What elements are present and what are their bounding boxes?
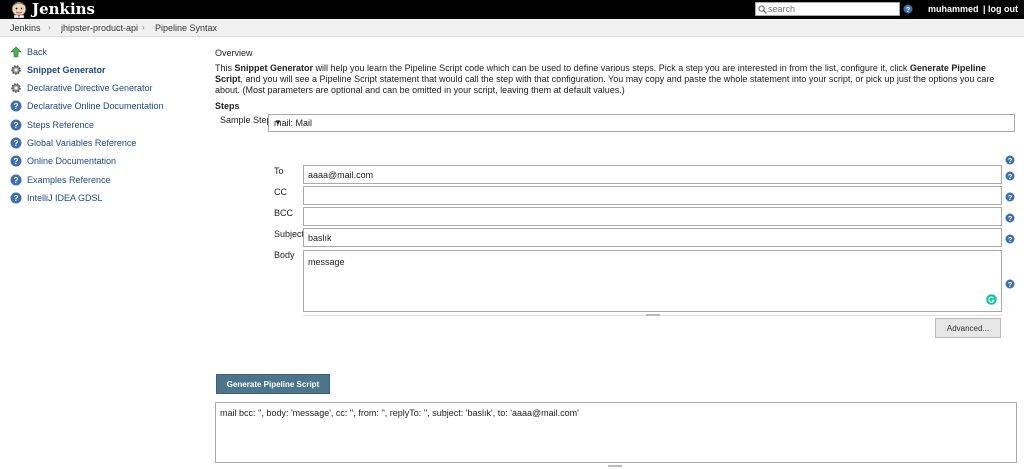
- svg-text:?: ?: [13, 193, 18, 203]
- breadcrumb: Jenkins › jhipster-product-api › Pipelin…: [0, 19, 1024, 37]
- help-icon[interactable]: ?: [1005, 234, 1015, 244]
- cc-field[interactable]: [303, 186, 1002, 205]
- svg-text:?: ?: [13, 138, 18, 148]
- help-icon[interactable]: ?: [1005, 155, 1015, 165]
- svg-text:?: ?: [13, 101, 18, 111]
- sidebar-item-label: Online Documentation: [27, 156, 117, 166]
- body-label: Body: [274, 250, 295, 260]
- sidebar-item-label: Declarative Directive Generator: [27, 83, 153, 93]
- cc-label: CC: [274, 187, 287, 197]
- svg-text:?: ?: [13, 175, 18, 185]
- svg-text:?: ?: [1008, 235, 1013, 244]
- steps-heading: Steps: [215, 101, 240, 111]
- brand-name[interactable]: Jenkins: [32, 0, 95, 18]
- user-link[interactable]: muhammed: [928, 0, 979, 19]
- breadcrumb-separator: ›: [142, 23, 145, 32]
- sidebar-item-label: Back: [27, 47, 48, 57]
- svg-text:?: ?: [1008, 280, 1013, 289]
- svg-text:?: ?: [1008, 172, 1013, 181]
- help-icon[interactable]: ?: [903, 4, 913, 14]
- dropdown-arrow-icon: ▼: [274, 118, 282, 127]
- body-textarea[interactable]: message: [303, 250, 1002, 312]
- sidebar-item-label: Global Variables Reference: [27, 138, 137, 148]
- subject-label: Subject: [274, 229, 305, 239]
- svg-text:?: ?: [906, 5, 911, 14]
- pipeline-script-output[interactable]: mail bcc: '', body: 'message', cc: '', f…: [215, 402, 1017, 463]
- help-icon[interactable]: ?: [1005, 192, 1015, 202]
- bcc-label: BCC: [274, 208, 294, 218]
- help-icon[interactable]: ?: [1005, 171, 1015, 181]
- sidebar-item-label: Snippet Generator: [27, 65, 106, 75]
- breadcrumb-item-project[interactable]: jhipster-product-api: [61, 19, 138, 37]
- bcc-field[interactable]: [303, 207, 1002, 226]
- grammarly-icon[interactable]: [986, 294, 997, 305]
- svg-text:?: ?: [13, 120, 18, 130]
- sidebar-item-label: Examples Reference: [27, 175, 111, 185]
- to-field[interactable]: [303, 165, 1002, 184]
- svg-text:?: ?: [1008, 156, 1013, 165]
- intro-text-part: will help you learn the Pipeline Script …: [313, 63, 910, 73]
- intro-text: This Snippet Generator will help you lea…: [215, 63, 1015, 96]
- help-icon: ?: [10, 192, 22, 204]
- svg-text:?: ?: [1008, 193, 1013, 202]
- search-icon: [758, 5, 767, 14]
- gear-icon: [11, 83, 21, 93]
- help-icon: ?: [10, 119, 22, 131]
- breadcrumb-separator: ›: [48, 23, 51, 32]
- help-icon: ?: [10, 100, 22, 112]
- sample-step-select[interactable]: mail: Mail ▼: [268, 114, 1015, 132]
- top-header: Jenkins ? muhammed | log out: [0, 0, 1024, 19]
- resize-handle[interactable]: [608, 465, 622, 467]
- help-icon: ?: [10, 155, 22, 167]
- subject-field[interactable]: [303, 228, 1002, 247]
- intro-text-bold: Snippet Generator: [234, 63, 314, 73]
- overview-heading: Overview: [215, 48, 253, 58]
- intro-text-part: , and you will see a Pipeline Script sta…: [215, 74, 995, 95]
- sidebar-item-label: Declarative Online Documentation: [27, 101, 164, 111]
- gear-icon: [11, 65, 21, 75]
- breadcrumb-item-jenkins[interactable]: Jenkins: [10, 19, 41, 37]
- help-icon: ?: [10, 174, 22, 186]
- generate-pipeline-script-button[interactable]: Generate Pipeline Script: [216, 374, 330, 394]
- svg-text:?: ?: [13, 156, 18, 166]
- help-icon[interactable]: ?: [1005, 213, 1015, 223]
- up-arrow-icon: [10, 46, 22, 58]
- svg-text:?: ?: [1008, 214, 1013, 223]
- search-input[interactable]: [768, 3, 898, 15]
- resize-handle[interactable]: [646, 314, 660, 316]
- breadcrumb-item-pipeline-syntax[interactable]: Pipeline Syntax: [155, 19, 217, 37]
- jenkins-logo-icon[interactable]: [8, 1, 30, 18]
- to-label: To: [274, 166, 284, 176]
- help-icon: ?: [10, 137, 22, 149]
- sidebar-item-label: Steps Reference: [27, 120, 95, 130]
- sidebar-item-label: IntelliJ IDEA GDSL: [27, 193, 103, 203]
- logout-link[interactable]: | log out: [983, 0, 1018, 19]
- sample-step-label: Sample Step: [220, 115, 272, 125]
- advanced-button[interactable]: Advanced...: [935, 318, 1001, 338]
- intro-text-part: This: [215, 63, 235, 73]
- search-box[interactable]: [755, 2, 900, 16]
- help-icon[interactable]: ?: [1005, 279, 1015, 289]
